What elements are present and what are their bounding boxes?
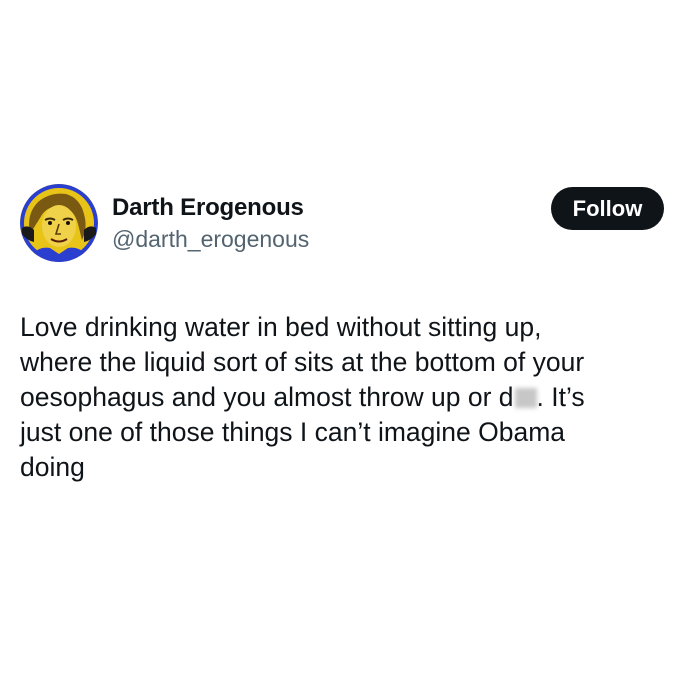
- tweet-line-segment: . It’s: [536, 382, 585, 412]
- tweet-line: doing: [20, 452, 85, 482]
- tweet-line: oesophagus and you almost throw up or d.…: [20, 380, 685, 415]
- user-handle[interactable]: @darth_erogenous: [112, 226, 309, 253]
- tweet-line: where the liquid sort of sits at the bot…: [20, 347, 585, 377]
- tweet-line: just one of those things I can’t imagine…: [20, 417, 566, 447]
- tweet-text: Love drinking water in bed without sitti…: [20, 310, 685, 485]
- tweet-line-segment: oesophagus and you almost throw up or d: [20, 382, 514, 412]
- tweet-card: Darth Erogenous @darth_erogenous Follow …: [0, 0, 700, 700]
- avatar[interactable]: [20, 184, 98, 262]
- profile-portrait-icon: [20, 184, 98, 262]
- display-name[interactable]: Darth Erogenous: [112, 194, 304, 222]
- tweet-line: Love drinking water in bed without sitti…: [20, 312, 542, 342]
- follow-button[interactable]: Follow: [551, 187, 664, 230]
- blurred-word: [514, 388, 537, 408]
